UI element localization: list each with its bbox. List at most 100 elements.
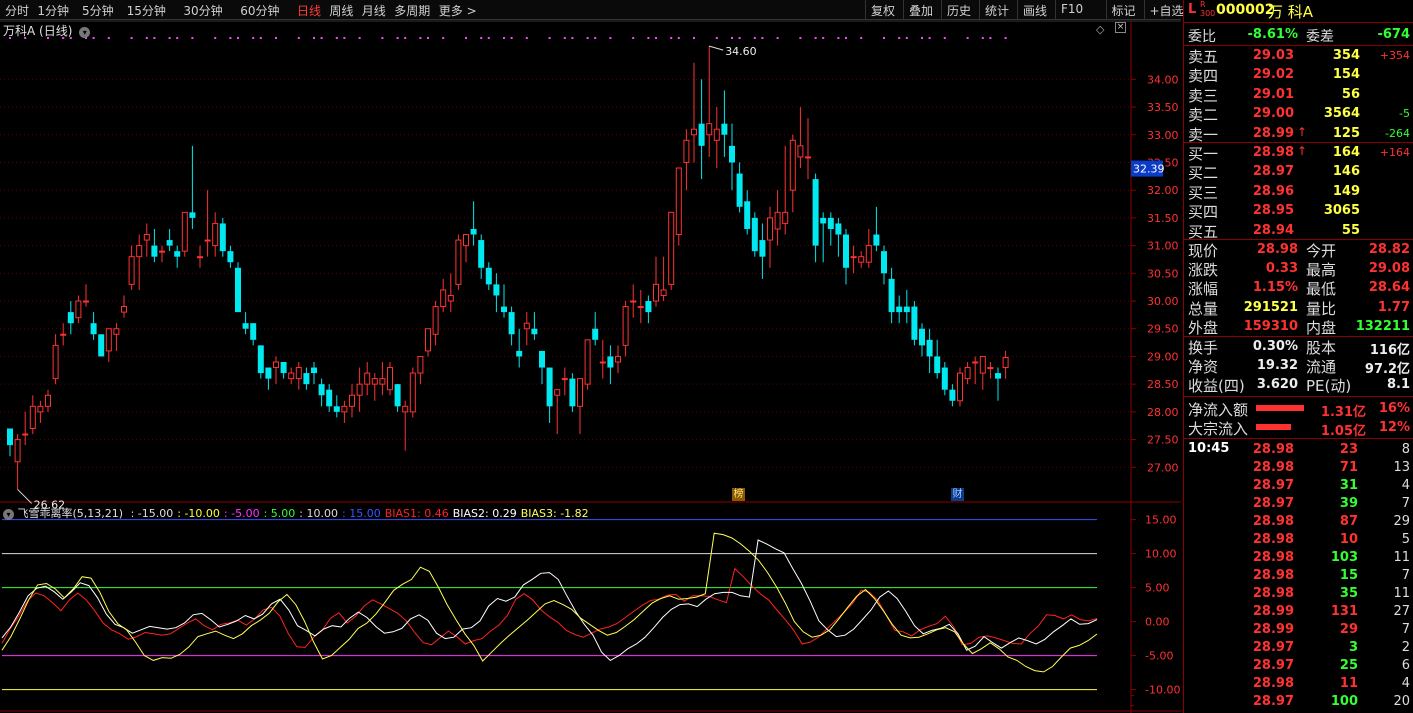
- indicator-value: : 5.00: [263, 507, 296, 520]
- event-dot: [632, 37, 635, 39]
- flow-pct: 16%: [1378, 401, 1410, 416]
- candle: [972, 356, 979, 385]
- svg-text:34.60: 34.60: [725, 45, 757, 58]
- candle: [151, 228, 158, 263]
- candle: [371, 373, 378, 401]
- tick-volume: 103: [1330, 550, 1358, 565]
- y-tick-label: -10.00: [1145, 684, 1180, 697]
- tick-count: 7: [1401, 622, 1410, 637]
- candle: [531, 312, 538, 340]
- candle: [159, 245, 165, 263]
- candle: [767, 206, 773, 268]
- candle: [599, 339, 606, 379]
- tick-count: 7: [1401, 496, 1410, 511]
- event-dot: [427, 37, 429, 39]
- chevron-down-icon[interactable]: ▾: [3, 509, 14, 520]
- candle: [219, 217, 226, 257]
- flow-value: 1.05亿: [1320, 424, 1366, 439]
- candle: [356, 367, 363, 412]
- chevron-down-icon[interactable]: ▾: [79, 27, 91, 38]
- event-dot: [738, 37, 741, 39]
- stat-label: 现价: [1188, 242, 1219, 260]
- event-dot: [130, 37, 133, 39]
- stat-value: 29.08: [1368, 261, 1410, 277]
- event-dot: [776, 37, 779, 39]
- tick-count: 8: [1401, 442, 1410, 457]
- candle: [865, 228, 872, 268]
- stat-value: 3.620: [1256, 377, 1298, 393]
- candle: [873, 206, 880, 252]
- candle: [364, 361, 371, 396]
- asks-label: 卖四: [1188, 67, 1219, 86]
- event-dot: [609, 37, 612, 39]
- y-tick-label: 33.50: [1147, 101, 1179, 114]
- candle: [820, 212, 827, 263]
- candlestick-series: [7, 46, 1009, 490]
- candle: [744, 190, 751, 235]
- y-tick-label: 5.00: [1145, 582, 1170, 595]
- event-dot: [313, 37, 315, 39]
- indicator-value: : 15.00: [342, 507, 381, 520]
- indicator-value: BIAS2: 0.29: [452, 507, 517, 520]
- stat-value: 28.98: [1256, 242, 1298, 257]
- candle: [60, 323, 67, 346]
- bids-label: 买三: [1188, 183, 1219, 202]
- stat-label: 股本: [1306, 339, 1337, 357]
- candle: [432, 301, 439, 346]
- tick-volume: 39: [1339, 496, 1358, 511]
- rank-marker[interactable]: 榜: [732, 488, 745, 501]
- event-dot: [905, 37, 908, 39]
- tick-volume: 71: [1339, 460, 1358, 475]
- candle: [789, 134, 796, 213]
- stat-value: 1.15%: [1252, 280, 1298, 296]
- candle: [349, 384, 355, 418]
- tick-volume: 25: [1339, 658, 1358, 673]
- close-icon[interactable]: ×: [1115, 22, 1126, 33]
- candle: [987, 361, 994, 379]
- candle: [341, 400, 348, 423]
- stat-value: 291521: [1243, 299, 1298, 315]
- tick-count: 29: [1393, 514, 1410, 529]
- candle: [683, 129, 690, 191]
- stat-label: 总量: [1188, 299, 1219, 318]
- candle: [774, 190, 781, 246]
- candle: [691, 62, 697, 163]
- candle: [37, 400, 44, 423]
- event-dot: [259, 37, 262, 39]
- finance-marker[interactable]: 财: [951, 488, 964, 501]
- event-dot: [928, 37, 931, 39]
- bids-label: 买二: [1188, 164, 1219, 183]
- candle: [197, 245, 203, 268]
- candle: [67, 301, 74, 335]
- asks-label: 卖二: [1188, 106, 1219, 125]
- series-bias1: [1, 567, 1098, 648]
- asks-change: -5: [1399, 107, 1410, 121]
- asks-change: +354: [1379, 49, 1410, 62]
- diamond-icon[interactable]: ◇: [1096, 23, 1104, 36]
- stock-name: 万 科A: [1268, 3, 1314, 21]
- candle: [554, 389, 561, 435]
- event-dot: [275, 37, 277, 39]
- candle: [584, 339, 591, 390]
- candle: [569, 373, 576, 412]
- tick-volume: 87: [1339, 514, 1358, 529]
- candle: [280, 361, 287, 379]
- tick-volume: 31: [1339, 478, 1358, 493]
- candle: [653, 256, 659, 307]
- asks-volume: 56: [1341, 86, 1360, 102]
- candle: [660, 256, 667, 302]
- stat-label: 量比: [1306, 299, 1337, 318]
- event-dot: [677, 37, 680, 39]
- candle: [379, 361, 386, 396]
- bids-price: 28.97: [1252, 164, 1294, 180]
- tick-price: 28.98: [1252, 460, 1294, 475]
- indicator-value: : -10.00: [177, 507, 220, 520]
- event-dot: [320, 37, 323, 39]
- candle: [827, 212, 834, 246]
- stat-label: 涨幅: [1188, 280, 1219, 299]
- event-dot: [191, 37, 194, 39]
- ticks-time: 10:45: [1188, 441, 1230, 456]
- candle: [926, 328, 933, 374]
- tick-count: 20: [1393, 694, 1410, 709]
- candle: [721, 90, 728, 157]
